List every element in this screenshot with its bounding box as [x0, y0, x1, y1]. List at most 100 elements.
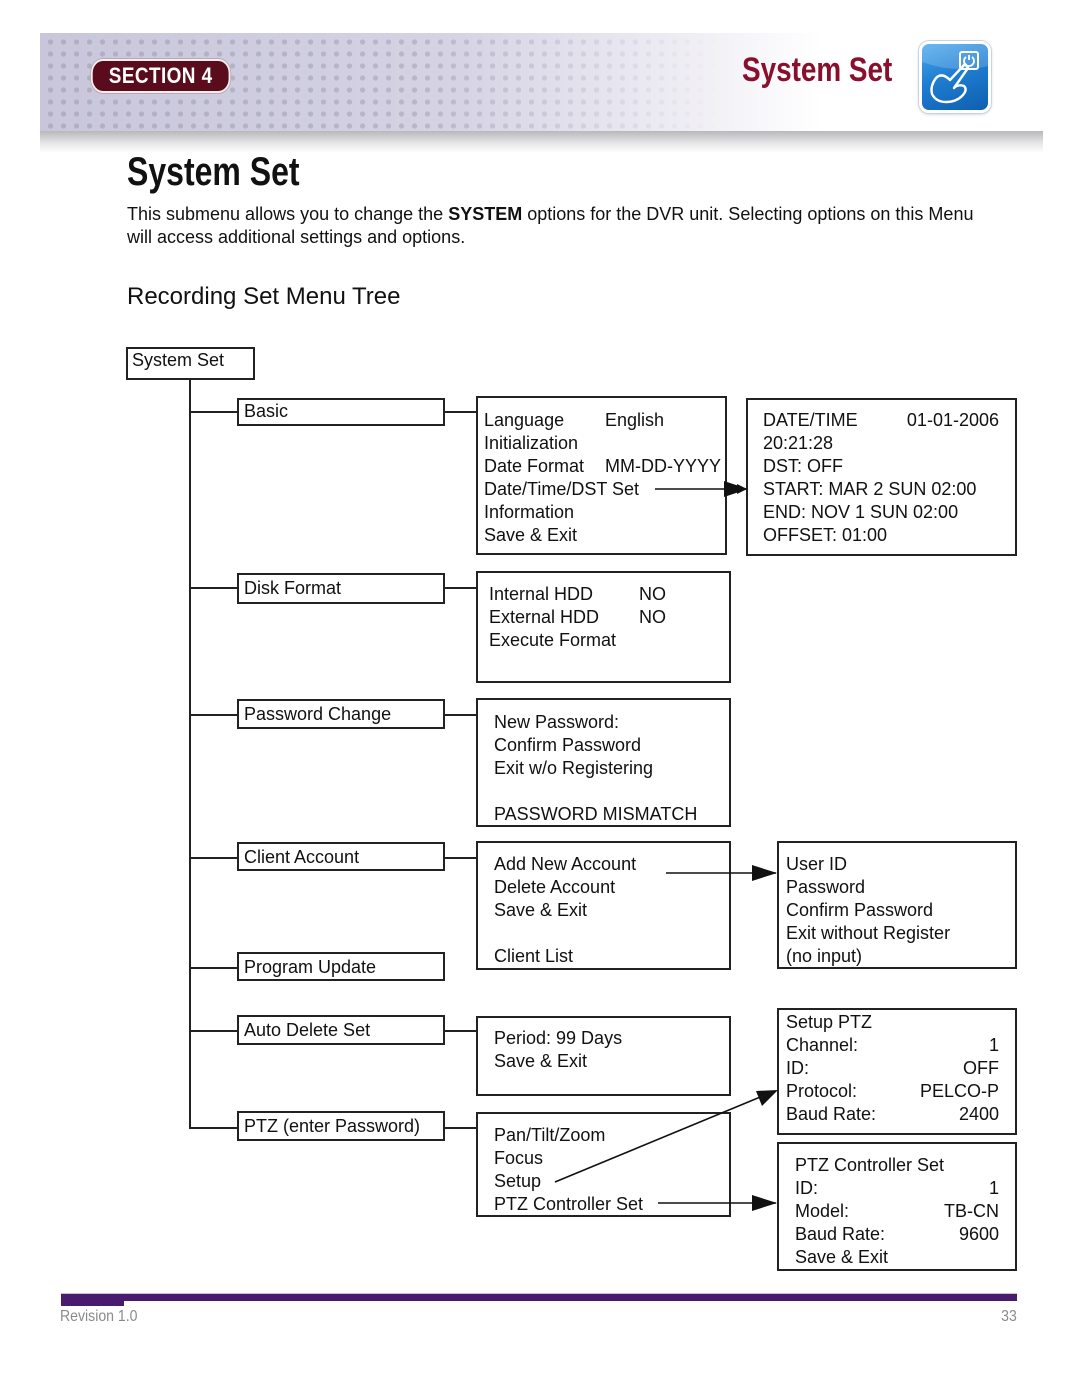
submenu-connector [445, 587, 477, 589]
menu-row: Protocol: PELCO-P [786, 1080, 999, 1103]
menu-value: OFF [963, 1058, 999, 1078]
menu-row: Baud Rate: 2400 [786, 1103, 999, 1126]
menu-item: Information [484, 502, 575, 522]
submenu-connector [445, 714, 477, 716]
branch-label: Auto Delete Set [244, 1020, 371, 1040]
menu-row: Date/Time/DST Set [484, 478, 725, 501]
menu-row: Channel: 1 [786, 1034, 999, 1057]
touch-hand-power-icon [919, 41, 991, 113]
basic-menu-panel: Language English Initialization Date Form… [476, 396, 727, 555]
submenu-connector [445, 857, 477, 859]
banner-title: System Set [742, 51, 893, 89]
menu-item: DATE/TIME [763, 410, 858, 430]
menu-row: Date Format MM-DD-YYYY [484, 455, 725, 478]
menu-row: Save & Exit [484, 524, 725, 547]
branch-label: PTZ (enter Password) [244, 1116, 421, 1136]
menu-title: Setup PTZ [786, 1012, 873, 1032]
menu-row: Confirm Password [494, 735, 642, 755]
menu-item: Model: [795, 1201, 850, 1221]
menu-item: Save & Exit [484, 525, 578, 545]
menu-row-title: Setup PTZ [786, 1011, 999, 1034]
ptz-controller-menu-panel: PTZ Controller Set ID: 1 Model: TB-CN Baud… [777, 1142, 1017, 1271]
menu-item: START: MAR 2 SUN 02:00 [763, 479, 977, 499]
menu-item: END: NOV 1 SUN 02:00 [763, 502, 959, 522]
auto-delete-menu-panel: Period: 99 Days Save & Exit [476, 1016, 731, 1096]
menu-item: ID: [795, 1178, 819, 1198]
arrowhead-add-account [752, 865, 777, 881]
menu-row: Save & Exit [494, 1051, 588, 1071]
page-title: System Set [127, 150, 300, 194]
menu-value: 1 [988, 1035, 999, 1055]
menu-row: User ID [786, 854, 848, 874]
menu-item: Execute Format [489, 630, 617, 650]
submenu-connector [445, 411, 477, 413]
menu-row: ID: OFF [786, 1057, 999, 1080]
branch-label: Password Change [244, 704, 392, 724]
branch-connector [189, 587, 238, 589]
menu-value: 2400 [958, 1104, 999, 1124]
menu-value: English [605, 410, 665, 430]
menu-item: Baud Rate: [795, 1224, 886, 1244]
branch-label: Program Update [244, 957, 377, 977]
menu-row: Exit w/o Registering [494, 758, 654, 778]
tree-trunk-line [189, 380, 191, 1129]
menu-item: ID: [786, 1058, 810, 1078]
menu-row: Save & Exit [795, 1246, 999, 1269]
menu-row: Period: 99 Days [494, 1028, 623, 1048]
menu-row: PTZ Controller Set [494, 1194, 644, 1214]
menu-row: Exit without Register [786, 923, 951, 943]
menu-item: Protocol: [786, 1081, 858, 1101]
menu-row: Baud Rate: 9600 [795, 1223, 999, 1246]
branch-client-account: Client Account [237, 842, 445, 871]
menu-item: OFFSET: 01:00 [763, 525, 888, 545]
menu-row: DATE/TIME 01-01-2006 [763, 409, 999, 432]
menu-item: 20:21:28 [763, 433, 834, 453]
menu-item: External HDD [489, 607, 600, 627]
intro-text-1: This submenu allows you to change the [127, 204, 449, 224]
tree-root-node: System Set [126, 347, 255, 380]
menu-row: DST: OFF [763, 455, 999, 478]
client-account-menu-panel: Add New Account Delete Account Save & Ex… [476, 841, 731, 970]
menu-row: Information [484, 501, 725, 524]
menu-row: Confirm Password [786, 900, 934, 920]
footer-rule-tab [61, 1299, 124, 1306]
branch-disk-format: Disk Format [237, 573, 445, 604]
menu-row: Execute Format [489, 629, 729, 652]
branch-basic: Basic [237, 398, 445, 426]
branch-label: Client Account [244, 847, 360, 867]
tree-root-label: System Set [132, 350, 225, 370]
menu-row: Internal HDD NO [489, 583, 729, 606]
menu-value: NO [639, 607, 666, 627]
branch-connector [189, 857, 238, 859]
menu-value: 1 [988, 1178, 999, 1198]
branch-connector [189, 1030, 238, 1032]
branch-ptz: PTZ (enter Password) [237, 1111, 445, 1141]
footer-rule [61, 1293, 1017, 1301]
menu-row: END: NOV 1 SUN 02:00 [763, 501, 999, 524]
menu-row: Pan/Tilt/Zoom [494, 1125, 606, 1145]
menu-item: Initialization [484, 433, 579, 453]
branch-connector [189, 411, 238, 413]
menu-row: START: MAR 2 SUN 02:00 [763, 478, 999, 501]
menu-row-spacer [494, 780, 729, 803]
menu-item: DST: OFF [763, 456, 843, 476]
section-subheading: Recording Set Menu Tree [127, 283, 401, 310]
menu-item: Language [484, 410, 565, 430]
intro-paragraph: This submenu allows you to change the SY… [127, 203, 987, 249]
submenu-connector [445, 1127, 477, 1129]
menu-row: Password [786, 877, 866, 897]
submenu-connector [445, 1030, 477, 1032]
menu-item: Date/Time/DST Set [484, 479, 640, 499]
disk-format-menu-panel: Internal HDD NO External HDD NO Execute Fo… [476, 571, 731, 683]
menu-value: 01-01-2006 [906, 410, 999, 430]
menu-title: PTZ Controller Set [795, 1155, 945, 1175]
menu-row: (no input) [786, 946, 863, 966]
password-menu-panel: New Password: Confirm Password Exit w/o … [476, 698, 731, 827]
branch-connector [189, 1127, 238, 1129]
menu-value: PELCO-P [919, 1081, 999, 1101]
menu-row: External HDD NO [489, 606, 729, 629]
branch-connector [189, 714, 238, 716]
branch-program-update: Program Update [237, 952, 445, 981]
branch-label: Basic [244, 401, 289, 421]
setup-ptz-menu-panel: Setup PTZ Channel: 1 ID: OFF Protocol: PELC… [777, 1008, 1017, 1135]
